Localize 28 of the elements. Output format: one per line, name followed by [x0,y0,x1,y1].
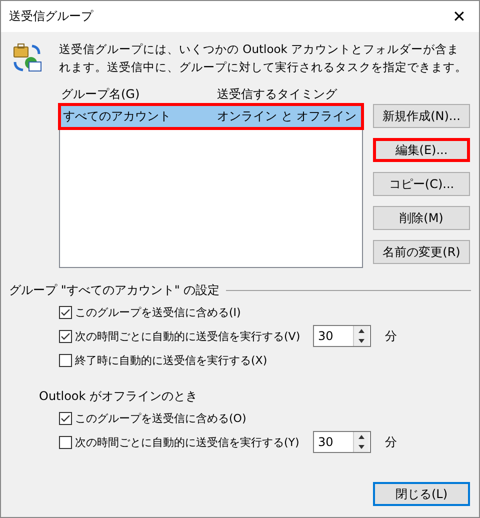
checkbox-label: このグループを送受信に含める(I) [75,304,241,320]
action-button[interactable]: 編集(E)... [373,138,470,162]
checkbox[interactable] [59,330,72,342]
action-button[interactable]: 削除(M) [373,206,470,230]
description-text: 送受信グループには、いくつかの Outlook アカウントとフォルダーが含まれます。送受信中に、グループに対して実行されるタスクを指定できます。 [59,41,468,76]
window-title: 送受信グループ [9,8,93,25]
checkbox-label: 終了時に自動的に送受信を実行する(X) [75,352,268,368]
checkbox[interactable] [59,354,72,366]
checkbox[interactable] [59,412,72,424]
unit-label: 分 [385,328,397,344]
section-title: Outlook がオフラインのとき [39,388,198,404]
action-button[interactable]: 名前の変更(R) [373,240,470,264]
group-row[interactable]: すべてのアカウント オンライン と オフライン [61,106,361,127]
column-header: 送受信するタイミング [217,86,337,103]
checkbox-label: 次の時間ごとに自動的に送受信を実行する(V) [75,328,300,344]
section-title: グループ "すべてのアカウント" の設定 [9,282,220,298]
action-button[interactable]: 新規作成(N)... [373,104,470,128]
action-button[interactable]: コピー(C)... [373,172,470,196]
unit-label: 分 [385,434,397,450]
send-receive-icon [11,42,43,74]
checkbox-label: 次の時間ごとに自動的に送受信を実行する(Y) [75,434,300,450]
close-dialog-button[interactable]: 閉じる(L) [373,482,470,506]
checkbox-label: このグループを送受信に含める(O) [75,410,246,426]
number-spinner[interactable]: 30 [313,431,371,453]
checkbox[interactable] [59,436,72,448]
column-header: グループ名(G) [61,86,141,103]
number-spinner[interactable]: 30 [313,325,371,347]
checkbox[interactable] [59,306,72,318]
